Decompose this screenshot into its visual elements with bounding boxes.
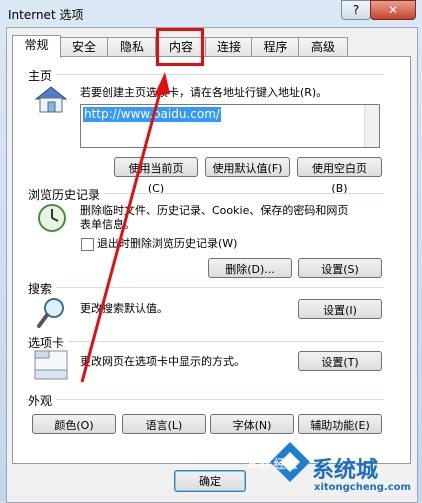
watermark-url: xitongcheng.com bbox=[314, 482, 411, 493]
tab-general[interactable]: 常规 bbox=[12, 35, 61, 58]
baidu-watermark: Bai 经验 bbox=[248, 457, 298, 471]
watermark-brand: 系统城 bbox=[312, 458, 379, 483]
annotation-arrow-icon bbox=[80, 72, 170, 383]
